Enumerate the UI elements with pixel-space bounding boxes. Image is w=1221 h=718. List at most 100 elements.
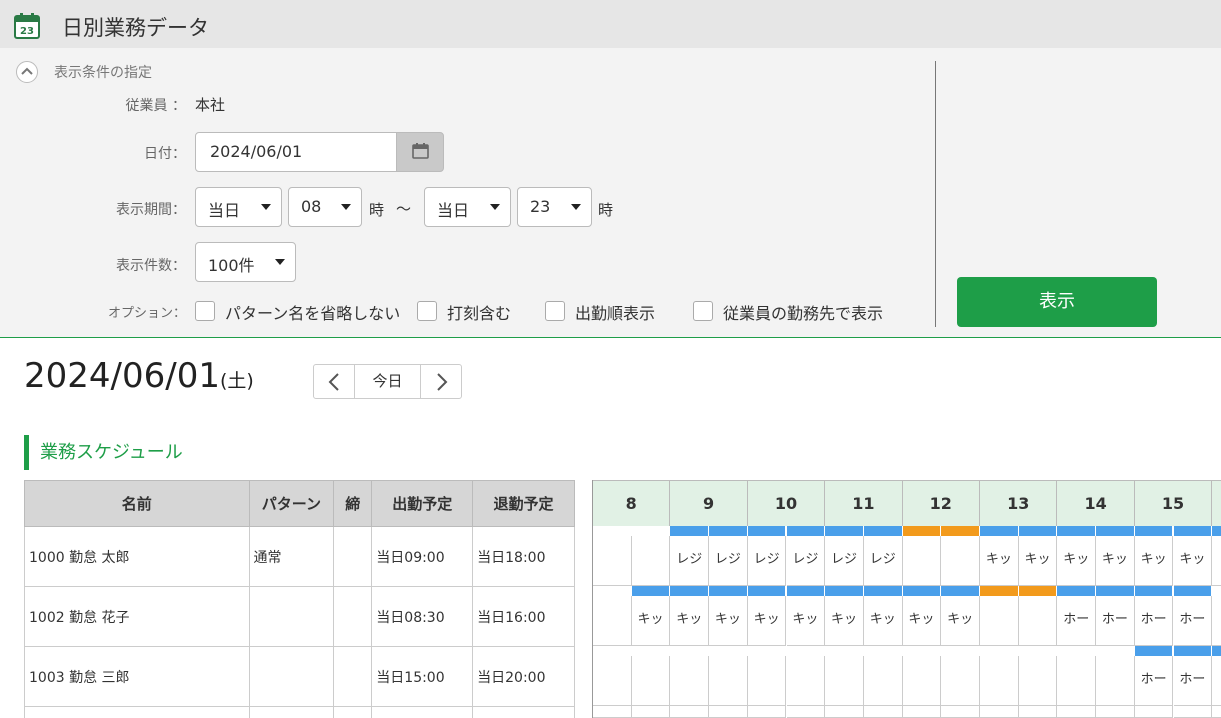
gantt-bar[interactable]	[1134, 526, 1174, 536]
period-from-day-select[interactable]: 当日	[195, 187, 282, 227]
gantt-bar	[631, 646, 671, 656]
gantt-bar[interactable]	[670, 586, 710, 596]
gantt-cell[interactable]: レジ	[709, 536, 748, 586]
gantt-bar[interactable]	[825, 586, 864, 596]
gantt-cell[interactable]: キッ	[1134, 536, 1174, 586]
gantt-cell[interactable]: ホー	[1173, 656, 1213, 706]
gantt-cell[interactable]: キッ	[747, 596, 787, 646]
period-to-hour-select[interactable]: 23	[517, 187, 592, 227]
gantt-bar[interactable]	[709, 586, 748, 596]
col-header-name[interactable]: 名前	[24, 480, 250, 527]
option-label-workplace[interactable]: 従業員の勤務先で表示	[723, 300, 883, 324]
gantt-cell[interactable]: ホー	[1173, 596, 1213, 646]
gantt-bar[interactable]	[1057, 586, 1097, 596]
count-select[interactable]: 100件	[195, 242, 296, 282]
option-label-order[interactable]: 出勤順表示	[575, 300, 655, 324]
gantt-bar[interactable]	[747, 586, 787, 596]
option-checkbox-workplace[interactable]	[693, 301, 713, 321]
gantt-cell[interactable]: キッ	[670, 596, 710, 646]
gantt-bar[interactable]	[863, 586, 903, 596]
gantt-cell[interactable]: キッ	[902, 596, 942, 646]
chevron-up-icon[interactable]	[16, 61, 38, 83]
gantt-cell[interactable]: キッ	[1018, 536, 1058, 586]
gantt-cell[interactable]: ホー	[1134, 596, 1174, 646]
gantt-cell[interactable]: ホー	[1057, 596, 1097, 646]
gantt-bar[interactable]	[747, 526, 787, 536]
prev-day-button[interactable]	[314, 365, 355, 398]
gantt-bar[interactable]	[1173, 526, 1213, 536]
col-header-end[interactable]: 退勤予定	[472, 480, 575, 527]
gantt-bar	[941, 646, 980, 656]
next-day-button[interactable]	[420, 365, 461, 398]
option-label-stamp[interactable]: 打刻含む	[447, 300, 511, 324]
gantt-bar[interactable]	[941, 526, 980, 536]
gantt-bar[interactable]	[1096, 586, 1135, 596]
gantt-bar	[1057, 646, 1097, 656]
gantt-cell[interactable]: レジ	[670, 536, 710, 586]
gantt-bar[interactable]	[902, 526, 942, 536]
gantt-bar[interactable]	[980, 526, 1019, 536]
filter-toggle-label[interactable]: 表示条件の指定	[54, 62, 152, 82]
gantt-cell	[902, 706, 942, 718]
gantt-cell[interactable]: ホー	[1096, 596, 1135, 646]
gantt-bar[interactable]	[1096, 526, 1135, 536]
gantt-cell[interactable]: キッ	[709, 596, 748, 646]
gantt-bar[interactable]	[786, 526, 826, 536]
gantt-cell	[631, 536, 671, 586]
gantt-bar[interactable]	[709, 526, 748, 536]
option-checkbox-order[interactable]	[545, 301, 565, 321]
gantt-cell[interactable]: レジ	[786, 536, 826, 586]
option-label-pattern-name[interactable]: パターン名を省略しない	[225, 300, 400, 324]
gantt-cell[interactable]: レジ	[747, 536, 787, 586]
gantt-bar[interactable]	[1212, 526, 1221, 536]
gantt-bar[interactable]	[1173, 646, 1213, 656]
show-button[interactable]: 表示	[957, 277, 1157, 327]
cell-name[interactable]: 1003 勤怠 三郎	[24, 646, 250, 707]
gantt-cell[interactable]: レジ	[825, 536, 864, 586]
gantt-cell[interactable]: レジ	[863, 536, 903, 586]
today-button[interactable]: 今日	[355, 365, 420, 398]
gantt-cell[interactable]: キッ	[825, 596, 864, 646]
gantt-hour-header: 9	[670, 480, 748, 526]
gantt-bar[interactable]	[670, 526, 710, 536]
gantt-bar[interactable]	[980, 586, 1019, 596]
gantt-bar[interactable]	[786, 586, 826, 596]
col-header-pattern[interactable]: パターン	[248, 480, 335, 527]
gantt-cell[interactable]: キッ	[980, 536, 1019, 586]
gantt-cell[interactable]: キッ	[1057, 536, 1097, 586]
period-to-day-select[interactable]: 当日	[424, 187, 511, 227]
gantt-cell[interactable]: キッ	[1096, 536, 1135, 586]
gantt-bar[interactable]	[863, 526, 903, 536]
gantt-bar[interactable]	[825, 526, 864, 536]
gantt-bar[interactable]	[631, 586, 671, 596]
col-header-start[interactable]: 出勤予定	[371, 480, 474, 527]
gantt-bar[interactable]	[1134, 586, 1174, 596]
gantt-cell	[1173, 706, 1213, 718]
gantt-cell[interactable]: ホー	[1134, 656, 1174, 706]
gantt-cell[interactable]: キッ	[786, 596, 826, 646]
gantt-bar[interactable]	[1173, 586, 1213, 596]
date-input[interactable]: 2024/06/01	[195, 132, 397, 172]
gantt-cell[interactable]: キッ	[631, 596, 671, 646]
gantt-bar[interactable]	[902, 586, 942, 596]
col-header-close[interactable]: 締	[333, 480, 373, 527]
gantt-bar[interactable]	[1057, 526, 1097, 536]
gantt-bar[interactable]	[1018, 526, 1058, 536]
option-checkbox-pattern-name[interactable]	[195, 301, 215, 321]
option-checkbox-stamp[interactable]	[417, 301, 437, 321]
period-from-hour-select[interactable]: 08	[288, 187, 362, 227]
gantt-cell[interactable]: キッ	[863, 596, 903, 646]
gantt-bar[interactable]	[1212, 646, 1221, 656]
gantt-bar[interactable]	[1018, 586, 1058, 596]
date-picker-button[interactable]	[396, 132, 444, 172]
gantt-cell	[825, 706, 864, 718]
gantt-cell[interactable]: ホ	[1212, 656, 1221, 706]
gantt-cell[interactable]: キッ	[1173, 536, 1213, 586]
gantt-bar	[1018, 646, 1058, 656]
gantt-bar[interactable]	[941, 586, 980, 596]
gantt-cell[interactable]: キッ	[941, 596, 980, 646]
gantt-cell[interactable]: キ	[1212, 536, 1221, 586]
cell-name[interactable]: 1002 勤怠 花子	[24, 586, 250, 647]
gantt-bar[interactable]	[1134, 646, 1174, 656]
cell-name[interactable]: 1000 勤怠 太郎	[24, 526, 250, 587]
